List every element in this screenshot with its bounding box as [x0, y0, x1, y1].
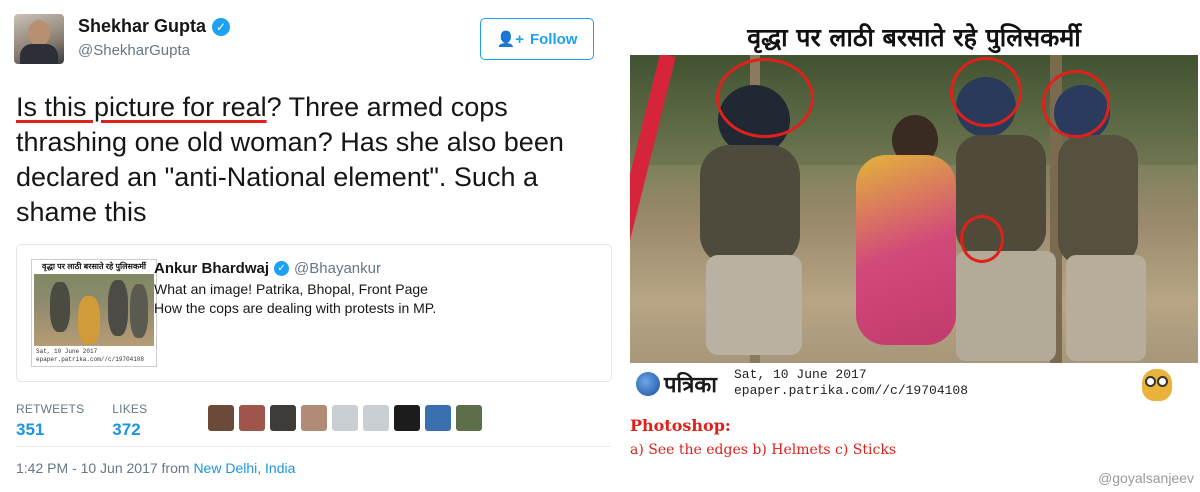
annotation-circle-helmet-middle: [950, 57, 1022, 127]
author-avatar[interactable]: [14, 14, 64, 64]
patrika-logo-text: पत्रिका: [664, 373, 717, 398]
epaper-reference: Sat, 10 June 2017 epaper.patrika.com//c/…: [734, 367, 968, 399]
annotation-circle-stick: [960, 215, 1004, 263]
watermark: @goyalsanjeev: [1098, 470, 1194, 486]
likes-stat[interactable]: LIKES 372: [112, 402, 147, 440]
newspaper-caption-bar: पत्रिका Sat, 10 June 2017 epaper.patrika…: [630, 363, 1198, 407]
tweet-text-highlight: Is this picture for real: [16, 92, 267, 122]
globe-icon: [636, 372, 660, 396]
quoted-line-1: What an image! Patrika, Bhopal, Front Pa…: [154, 281, 428, 297]
retweets-count[interactable]: 351: [16, 420, 84, 440]
add-user-icon: 👤+: [496, 31, 524, 48]
thumbnail-photo: [34, 274, 154, 346]
divider: [16, 446, 612, 447]
quoted-author[interactable]: Ankur Bhardwaj ✓ @Bhayankur: [154, 260, 381, 277]
retweets-stat[interactable]: RETWEETS 351: [16, 402, 84, 440]
liker-avatar[interactable]: [208, 405, 234, 431]
quoted-tweet-text: What an image! Patrika, Bhopal, Front Pa…: [154, 280, 436, 318]
quoted-verified-icon: ✓: [274, 261, 290, 276]
photoshop-points: a) See the edges b) Helmets c) Sticks: [630, 442, 896, 458]
location-city-link[interactable]: New Delhi: [193, 460, 257, 476]
follow-button[interactable]: 👤+ Follow: [480, 18, 594, 60]
retweets-label: RETWEETS: [16, 402, 85, 416]
photoshop-title: Photoshop:: [630, 416, 731, 435]
likes-label: LIKES: [112, 402, 148, 416]
quoted-author-handle[interactable]: @Bhayankur: [294, 260, 381, 277]
author-name[interactable]: Shekhar Gupta ✓: [78, 16, 231, 37]
likes-count[interactable]: 372: [112, 420, 147, 440]
tweet-timestamp: 1:42 PM - 10 Jun 2017 from New Delhi, In…: [16, 460, 295, 476]
quoted-author-name[interactable]: Ankur Bhardwaj: [154, 260, 269, 277]
verified-badge-icon: ✓: [212, 17, 231, 36]
epaper-date: Sat, 10 June 2017: [734, 367, 867, 382]
location-separator: ,: [257, 460, 266, 476]
liker-avatar[interactable]: [332, 405, 358, 431]
annotation-circle-helmet-left: [716, 58, 814, 138]
tweet-time[interactable]: 1:42 PM - 10 Jun 2017 from: [16, 460, 193, 476]
tweet-text: Is this picture for real? Three armed co…: [16, 90, 606, 230]
liker-avatar[interactable]: [394, 405, 420, 431]
annotation-circle-helmet-right: [1042, 70, 1110, 138]
liker-avatar[interactable]: [363, 405, 389, 431]
newspaper-headline: वृद्धा पर लाठी बरसाते रहे पुलिसकर्मी: [747, 23, 1081, 52]
quoted-line-2: How the cops are dealing with protests i…: [154, 300, 437, 316]
thumbnail-caption: Sat, 10 June 2017 epaper.patrika.com//c/…: [36, 348, 145, 363]
thumbnail-headline: वृद्धा पर लाठी बरसाते रहे पुलिसकर्मी: [42, 262, 146, 271]
liker-avatar[interactable]: [301, 405, 327, 431]
liker-avatar[interactable]: [425, 405, 451, 431]
location-country-link[interactable]: India: [265, 460, 295, 476]
tweet-stats: RETWEETS 351 LIKES 372: [16, 402, 147, 440]
patrika-logo: पत्रिका: [636, 369, 717, 399]
liker-avatar[interactable]: [456, 405, 482, 431]
follow-label: Follow: [529, 30, 578, 48]
owl-icon: [1142, 369, 1172, 401]
author-handle[interactable]: @ShekharGupta: [78, 42, 190, 59]
author-name-text[interactable]: Shekhar Gupta: [78, 16, 206, 37]
liker-avatar[interactable]: [270, 405, 296, 431]
liker-avatar[interactable]: [239, 405, 265, 431]
tweet-card: Shekhar Gupta ✓ @ShekharGupta 👤+ Follow …: [0, 0, 620, 492]
liker-avatars: [208, 405, 482, 431]
newspaper-photo: [630, 55, 1198, 363]
epaper-url: epaper.patrika.com//c/19704108: [734, 383, 969, 398]
quoted-tweet-thumbnail[interactable]: वृद्धा पर लाठी बरसाते रहे पुलिसकर्मी Sat…: [31, 259, 157, 367]
newspaper-clipping: वृद्धा पर लाठी बरसाते रहे पुलिसकर्मी पत्…: [628, 0, 1200, 492]
